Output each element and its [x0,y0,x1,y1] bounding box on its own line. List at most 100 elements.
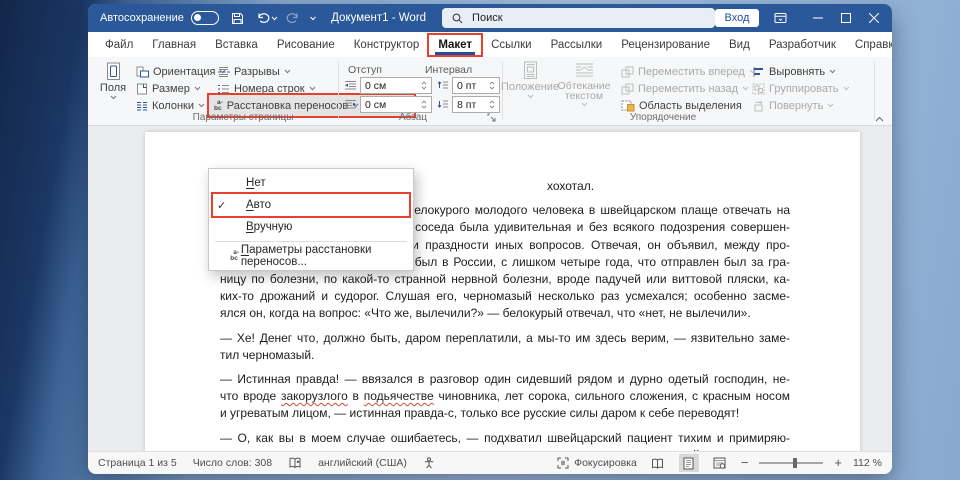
tab-layout[interactable]: Макет [429,35,481,55]
group-label-paragraph: Абзац [373,112,453,123]
tab-file[interactable]: Файл [96,35,142,55]
group-divider [338,62,339,120]
selection-pane-icon [621,100,635,112]
group-label-page-setup: Параметры страницы [163,112,323,123]
menu-item-none[interactable]: Нет [213,172,409,194]
orientation-icon [136,66,149,78]
word-count[interactable]: Число слов: 308 [193,457,272,469]
menu-item-label: Нет [246,177,266,189]
spinner-icon[interactable] [421,81,427,90]
zoom-in-button[interactable]: + [834,458,842,468]
spacing-before-icon [437,80,449,91]
size-icon [136,83,148,95]
tab-help[interactable]: Справка [846,35,892,55]
orientation-button[interactable]: Ориентация [136,63,226,80]
tab-mailings[interactable]: Рассылки [542,35,612,55]
paragraph-dialog-launcher-icon[interactable] [486,112,497,123]
align-button[interactable]: Выровнять [752,63,836,80]
tab-insert[interactable]: Вставка [206,35,267,55]
size-button[interactable]: Размер [136,80,201,97]
indent-left-icon [344,80,357,91]
indent-right-icon [344,99,357,110]
undo-icon[interactable] [254,8,271,28]
status-bar: Страница 1 из 5 Число слов: 308 английск… [88,451,892,474]
undo-menu-chevron[interactable] [271,16,278,21]
hyphenation-icon: a-bc [230,250,239,261]
accessibility-icon[interactable] [423,457,435,469]
search-placeholder: Поиск [472,12,502,24]
minimize-button[interactable] [804,6,832,30]
zoom-slider-thumb[interactable] [793,458,797,468]
margins-button[interactable]: Поля [96,62,130,100]
read-mode-icon[interactable] [648,454,668,472]
language-indicator[interactable]: английский (США) [318,457,407,469]
check-icon: ✓ [217,199,231,212]
quick-access-chevron-icon[interactable] [309,16,317,21]
breaks-button[interactable]: Разрывы [217,63,291,80]
margins-icon [105,62,122,81]
rotate-button: Повернуть [752,97,834,114]
tab-review[interactable]: Рецензирование [612,35,719,55]
indent-right-field[interactable]: 0 см [360,96,432,113]
rotate-icon [752,100,765,112]
send-backward-button: Переместить назад [621,80,749,97]
spinner-icon[interactable] [421,100,427,109]
breaks-icon [217,66,230,78]
text-line: тил черномазый. [220,347,790,364]
text-line: — О, как вы в моем случае ошибаетесь, — … [220,430,790,447]
send-backward-icon [621,83,634,95]
spinner-icon[interactable] [489,100,495,109]
web-layout-icon[interactable] [710,454,730,472]
text-line: ких-то дрожаний и судорог. Слушая его, ч… [220,288,790,305]
indent-left-field[interactable]: 0 см [360,77,432,94]
menu-separator [215,241,407,242]
paragraph: — Истинная правда! — ввязался в разговор… [220,371,790,423]
ribbon-display-options-icon[interactable] [767,6,794,30]
spacing-after-field[interactable]: 8 пт [452,96,500,113]
bring-forward-button: Переместить вперед [621,63,756,80]
group-icon [752,83,765,95]
tab-design[interactable]: Конструктор [345,35,429,55]
proofing-errors-icon[interactable] [288,457,302,469]
menu-item-manual[interactable]: Вручную [213,216,409,238]
print-layout-icon[interactable] [679,454,699,472]
sign-in-button[interactable]: Вход [715,9,760,27]
save-icon[interactable] [229,8,246,28]
text-line: — Хе! Денег что, должно быть, даром пере… [220,330,790,347]
position-icon [522,61,539,80]
spinner-icon[interactable] [489,81,495,90]
maximize-button[interactable] [832,6,860,30]
zoom-out-button[interactable]: − [741,458,749,468]
tab-draw[interactable]: Рисование [268,35,344,55]
group-button: Группировать [752,80,850,97]
position-button: Положение [507,61,553,99]
collapse-ribbon-icon[interactable] [875,116,884,122]
autosave-toggle[interactable] [191,11,219,25]
columns-icon [136,100,148,112]
word-window: Автосохранение Документ1 - Word Поиск Вх… [88,4,892,474]
page-indicator[interactable]: Страница 1 из 5 [98,457,177,469]
group-label-arrange: Упорядочение [588,112,738,123]
search-box[interactable]: Поиск [442,8,715,28]
ribbon: Поля Ориентация Размер Колонки [88,57,892,126]
paragraph: — Хе! Денег что, должно быть, даром пере… [220,330,790,364]
menu-item-label: Вручную [246,221,292,233]
spacing-label: Интервал [425,64,472,76]
menu-item-options[interactable]: a-bcПараметры расстановки переносов... [213,245,409,267]
close-button[interactable] [860,6,888,30]
tab-developer[interactable]: Разработчик [760,35,845,55]
autosave-label: Автосохранение [100,12,184,24]
paragraph: — О, как вы в моем случае ошибаетесь, — … [220,430,790,451]
hyphenation-icon: a-bc [214,100,223,111]
tab-view[interactable]: Вид [720,35,759,55]
zoom-slider[interactable] [759,462,823,464]
search-icon [452,13,463,24]
menu-item-auto[interactable]: ✓Авто [213,194,409,216]
indent-label: Отступ [348,64,382,76]
tab-home[interactable]: Главная [143,35,205,55]
focus-mode-button[interactable]: Фокусировка [557,457,637,469]
spacing-before-field[interactable]: 0 пт [452,77,500,94]
zoom-level[interactable]: 112 % [853,457,882,469]
bring-forward-icon [621,66,634,78]
tab-references[interactable]: Ссылки [482,35,541,55]
